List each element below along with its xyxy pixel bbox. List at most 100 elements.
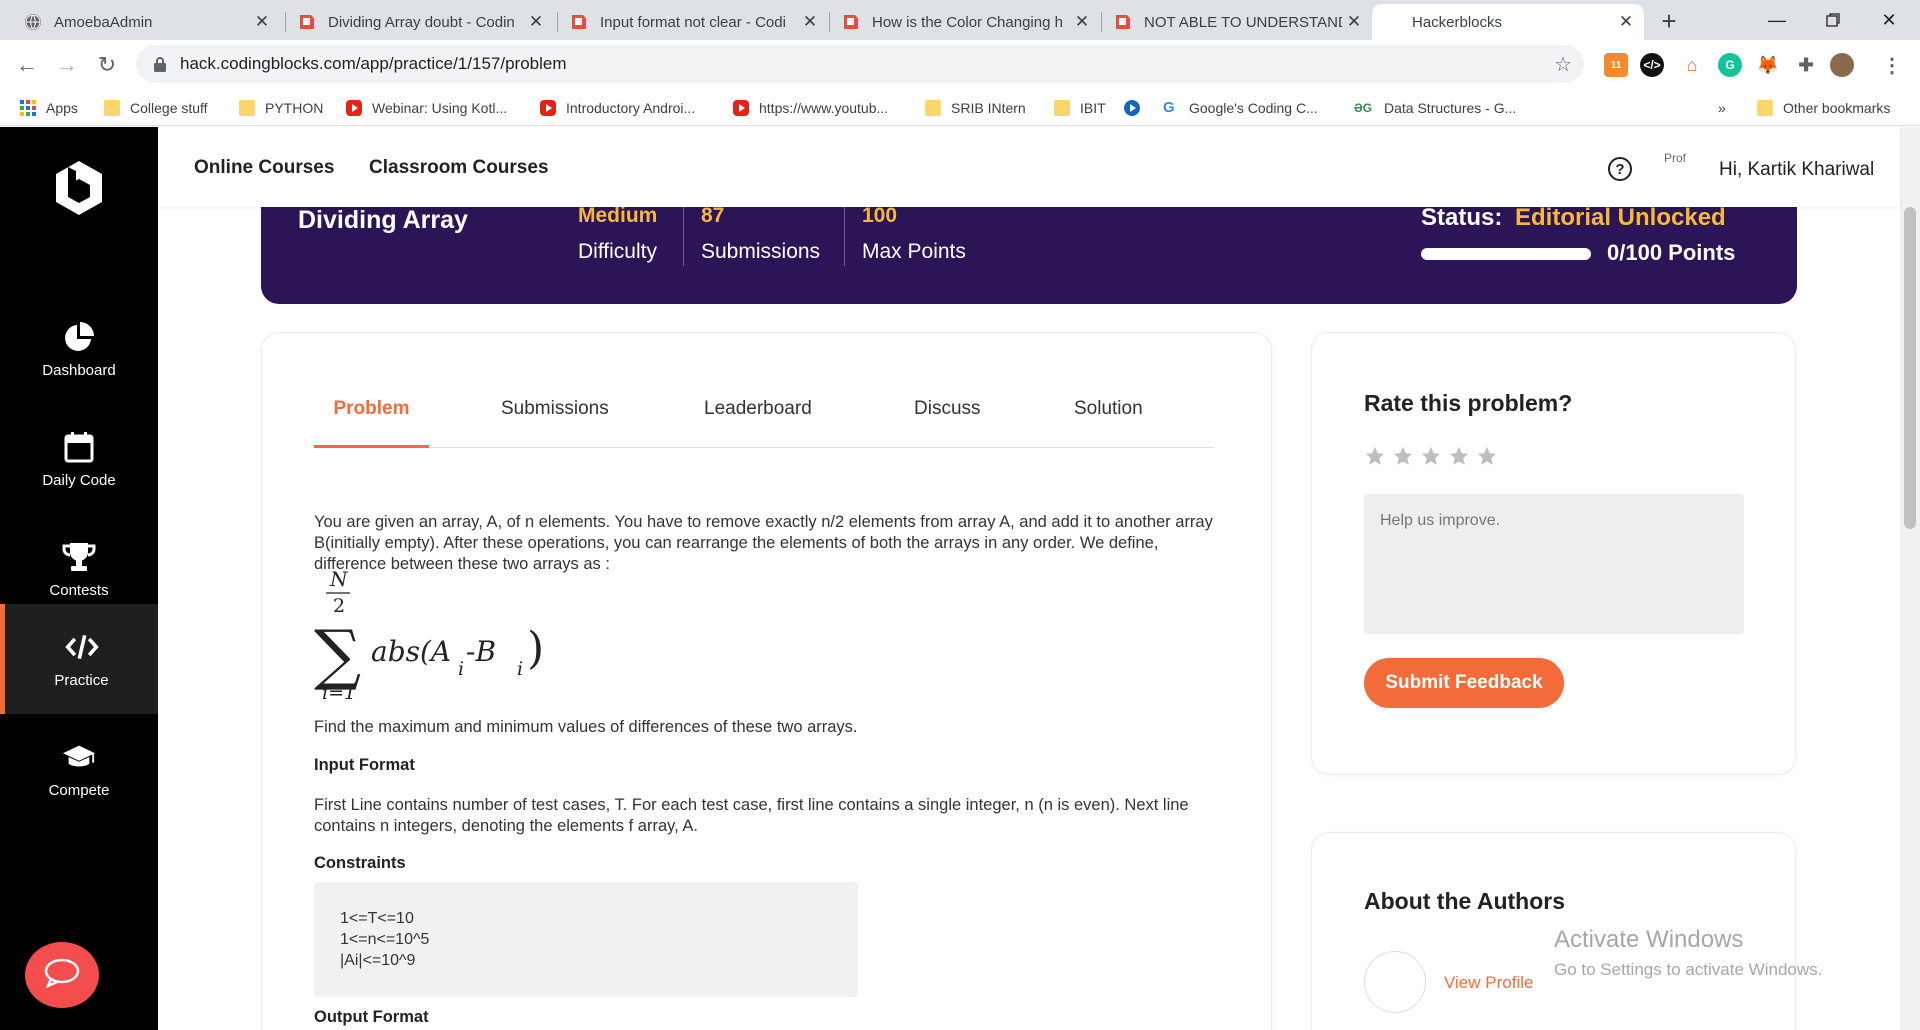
bookmark-google-coding[interactable]: G Google's Coding C... [1163,97,1318,119]
bookmark-data-structures[interactable]: ƏG Data Structures - G... [1354,97,1516,119]
star-icon[interactable] [1420,445,1442,467]
google-icon: G [1163,99,1175,116]
close-window-button[interactable]: ✕ [1862,0,1916,40]
bookmark-star-icon[interactable]: ☆ [1554,52,1572,77]
coding-blocks-favicon-icon [298,13,316,31]
coding-blocks-favicon-icon [842,13,860,31]
restore-window-button[interactable] [1806,0,1860,40]
address-bar[interactable]: hack.codingblocks.com/app/practice/1/157… [136,45,1584,83]
close-tab-icon[interactable]: ✕ [1070,12,1094,32]
forward-arrow-icon[interactable]: → [52,50,82,80]
browser-tab-title: NOT ABLE TO UNDERSTAND [1144,13,1342,31]
hackerblocks-logo[interactable] [48,157,110,219]
feedback-textarea[interactable] [1364,494,1744,634]
profile-avatar-icon[interactable] [1830,53,1854,77]
code-extension-icon[interactable]: </> [1640,53,1664,77]
bookmark-webinar-kotlin[interactable]: Webinar: Using Kotl... [346,97,507,119]
help-icon[interactable]: ? [1608,157,1632,181]
star-icon[interactable] [1392,445,1414,467]
minimize-window-button[interactable]: — [1750,0,1804,40]
sidebar-item-compete[interactable]: Compete [0,714,158,824]
constraints-box: 1<=T<=10 1<=n<=10^5 |Ai|<=10^9 [314,882,858,997]
youtube-icon [733,100,749,116]
bookmark-srib-intern[interactable]: SRIB INtern [925,97,1026,119]
trophy-icon [62,540,96,574]
bookmark-other-bookmarks[interactable]: Other bookmarks [1757,97,1890,119]
reload-icon[interactable]: ↻ [92,50,122,80]
tab-discuss[interactable]: Discuss [914,388,981,448]
authors-title: About the Authors [1364,888,1566,914]
close-tab-icon[interactable]: ✕ [1342,12,1366,32]
nav-link-classroom-courses[interactable]: Classroom Courses [369,157,549,179]
bookmark-label: Other bookmarks [1783,100,1891,116]
bookmark-ibit[interactable]: IBIT [1054,97,1106,119]
sidebar-item-label: Compete [48,781,110,799]
formula-upper-numerator: N [329,571,349,591]
problem-title: Dividing Array [298,206,468,234]
avatar[interactable]: Prof [1664,152,1700,188]
folder-icon [1054,100,1070,116]
points-value: 0/100 Points [1607,240,1736,265]
view-profile-link[interactable]: View Profile [1444,973,1533,993]
star-icon[interactable] [1364,445,1386,467]
bookmark-play[interactable] [1124,97,1150,119]
browser-tab-title: AmoebaAdmin [54,13,153,31]
grammarly-icon[interactable]: G [1718,53,1742,77]
back-arrow-icon[interactable]: ← [12,50,42,80]
formula-lower-limit: i=1 [322,682,356,699]
bookmark-apps[interactable]: Apps [20,97,78,119]
close-tab-icon[interactable]: ✕ [1614,12,1638,32]
extension-badge-icon[interactable]: 11 [1604,53,1628,77]
nav-link-online-courses[interactable]: Online Courses [194,157,334,179]
constraint-line: 1<=T<=10 [340,910,414,927]
bookmarks-bar: Apps College stuff PYTHON Webinar: Using… [0,90,1920,126]
extension-badge-count: 11 [1610,59,1622,71]
submit-feedback-button[interactable]: Submit Feedback [1364,658,1564,708]
browser-tab-color-changing[interactable]: How is the Color Changing h ✕ [830,4,1100,40]
chat-button[interactable] [25,942,99,1008]
metamask-fox-icon[interactable]: 🦊 [1756,53,1780,77]
sidebar-item-daily-code[interactable]: Daily Code [0,404,158,514]
tab-submissions[interactable]: Submissions [501,388,609,448]
bookmark-label: SRIB INtern [951,100,1026,116]
browser-tab-hackerblocks[interactable]: Hackerblocks ✕ [1372,4,1644,40]
stat-value: 87 [701,204,725,227]
sidebar-item-label: Dashboard [42,361,116,379]
user-greeting[interactable]: Hi, Kartik Khariwal [1719,159,1874,181]
input-format-text: First Line contains number of test cases… [314,796,1189,835]
bookmark-label: IBIT [1080,100,1106,116]
bookmark-college-stuff[interactable]: College stuff [104,97,208,119]
bookmarks-overflow-button[interactable]: » [1718,97,1726,119]
close-tab-icon[interactable]: ✕ [524,12,548,32]
sidebar-item-practice[interactable]: Practice [0,604,158,714]
star-rating[interactable] [1364,445,1498,467]
tab-solution[interactable]: Solution [1074,388,1143,448]
tab-leaderboard[interactable]: Leaderboard [704,388,812,448]
stat-value: 100 [862,204,898,227]
bookmark-introductory-android[interactable]: Introductory Androi... [540,97,695,119]
new-tab-button[interactable]: + [1655,6,1683,37]
hackerblocks-extension-icon[interactable]: ⌂ [1680,53,1704,77]
folder-icon [104,100,120,116]
star-icon[interactable] [1476,445,1498,467]
browser-tab-title: Dividing Array doubt - Codin [328,13,515,31]
browser-tab-title: Hackerblocks [1412,13,1503,31]
browser-tab-input-format[interactable]: Input format not clear - Codi ✕ [558,4,828,40]
menu-kebab-icon[interactable]: ⋮ [1880,53,1904,77]
scrollbar-thumb[interactable] [1904,207,1916,529]
close-tab-icon[interactable]: ✕ [250,12,274,32]
bookmark-label: Data Structures - G... [1384,100,1517,116]
puzzle-extensions-icon[interactable]: ✚ [1794,53,1818,77]
page-scrollbar[interactable] [1900,127,1920,1030]
browser-tab-amoebaadmin[interactable]: AmoebaAdmin ✕ [12,4,280,40]
constraint-line: |Ai|<=10^9 [340,952,416,969]
bookmark-youtube-link[interactable]: https://www.youtub... [733,97,888,119]
star-icon[interactable] [1448,445,1470,467]
browser-tab-dividing-array-doubt[interactable]: Dividing Array doubt - Codin ✕ [286,4,554,40]
tab-problem[interactable]: Problem [314,388,429,448]
bookmark-label: Webinar: Using Kotl... [372,100,508,116]
sidebar-item-dashboard[interactable]: Dashboard [0,294,158,404]
close-tab-icon[interactable]: ✕ [798,12,822,32]
browser-tab-not-able[interactable]: NOT ABLE TO UNDERSTAND ✕ [1102,4,1372,40]
bookmark-python[interactable]: PYTHON [239,97,323,119]
